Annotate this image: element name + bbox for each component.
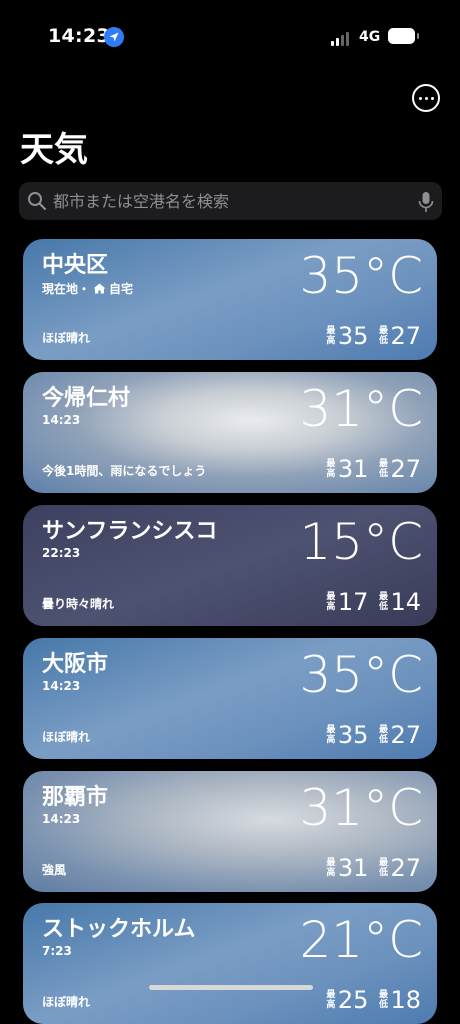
high-low: 最高 35 最低 27 [326,322,421,350]
current-temp: 15°C [299,513,423,571]
low-temp: 14 [390,588,421,616]
low-temp: 18 [390,986,421,1014]
high-label: 最高 [326,592,336,612]
search-bar[interactable] [19,182,442,220]
city-subtitle: 現在地・ 自宅 [42,280,133,297]
city-local-time: 14:23 [42,679,81,693]
page-title: 天気 [20,130,88,170]
weather-condition: 強風 [42,863,67,877]
high-temp: 35 [337,322,369,350]
high-label: 最高 [326,326,336,346]
city-card[interactable]: 今帰仁村 14:23 今後1時間、雨になるでしょう 31°C 最高 31 最低 … [23,372,437,493]
city-name: 今帰仁村 [42,386,131,411]
high-label: 最高 [326,990,336,1010]
high-label: 最高 [326,725,336,745]
low-label: 最低 [378,326,388,346]
status-time: 14:23 [48,25,110,47]
signal-icon [331,29,353,46]
current-temp: 35°C [299,247,423,305]
city-name: サンフランシスコ [42,519,218,544]
home-indicator[interactable] [149,985,313,990]
city-name: ストックホルム [42,917,196,942]
current-temp: 31°C [299,779,423,837]
home-label: 自宅 [109,282,134,296]
location-arrow-icon [104,27,124,47]
search-input[interactable] [53,182,403,220]
high-low: 最高 25 最低 18 [326,986,421,1014]
low-temp: 27 [390,455,421,483]
current-temp: 35°C [299,646,423,704]
battery-icon [388,28,419,44]
low-temp: 27 [390,854,421,882]
high-temp: 25 [337,986,369,1014]
high-low: 最高 35 最低 27 [326,721,421,749]
low-label: 最低 [378,858,388,878]
high-label: 最高 [326,858,336,878]
city-name: 中央区 [42,253,109,278]
high-temp: 31 [337,455,369,483]
weather-condition: ほぼ晴れ [42,331,91,345]
city-local-time: 14:23 [42,812,81,826]
microphone-icon[interactable] [418,191,434,213]
high-temp: 35 [337,721,369,749]
search-icon [28,192,47,211]
low-temp: 27 [390,322,421,350]
low-label: 最低 [378,990,388,1010]
weather-condition: ほぼ晴れ [42,995,91,1009]
low-label: 最低 [378,725,388,745]
high-label: 最高 [326,459,336,479]
weather-condition: ほぼ晴れ [42,730,91,744]
city-card[interactable]: 那覇市 14:23 強風 31°C 最高 31 最低 27 [23,771,437,892]
city-name: 那覇市 [42,785,109,810]
city-local-time: 22:23 [42,546,81,560]
current-location-label: 現在地・ [42,282,91,296]
city-local-time: 7:23 [42,944,72,958]
home-icon [93,283,106,294]
city-card[interactable]: 大阪市 14:23 ほぼ晴れ 35°C 最高 35 最低 27 [23,638,437,759]
low-label: 最低 [378,459,388,479]
city-card[interactable]: ストックホルム 7:23 ほぼ晴れ 21°C 最高 25 最低 18 [23,903,437,1024]
network-type: 4G [359,29,381,45]
city-local-time: 14:23 [42,413,81,427]
high-low: 最高 17 最低 14 [326,588,421,616]
low-temp: 27 [390,721,421,749]
city-card[interactable]: 中央区 現在地・ 自宅 ほぼ晴れ 35°C 最高 35 最低 27 [23,239,437,360]
weather-condition: 曇り時々晴れ [42,597,115,611]
current-temp: 21°C [299,911,423,969]
weather-condition: 今後1時間、雨になるでしょう [42,464,207,478]
low-label: 最低 [378,592,388,612]
high-temp: 31 [337,854,369,882]
city-name: 大阪市 [42,652,109,677]
city-card[interactable]: サンフランシスコ 22:23 曇り時々晴れ 15°C 最高 17 最低 14 [23,505,437,626]
current-temp: 31°C [299,380,423,438]
status-bar: 14:23 4G [0,0,460,70]
high-temp: 17 [337,588,369,616]
more-options-button[interactable] [412,84,440,112]
high-low: 最高 31 最低 27 [326,854,421,882]
high-low: 最高 31 最低 27 [326,455,421,483]
